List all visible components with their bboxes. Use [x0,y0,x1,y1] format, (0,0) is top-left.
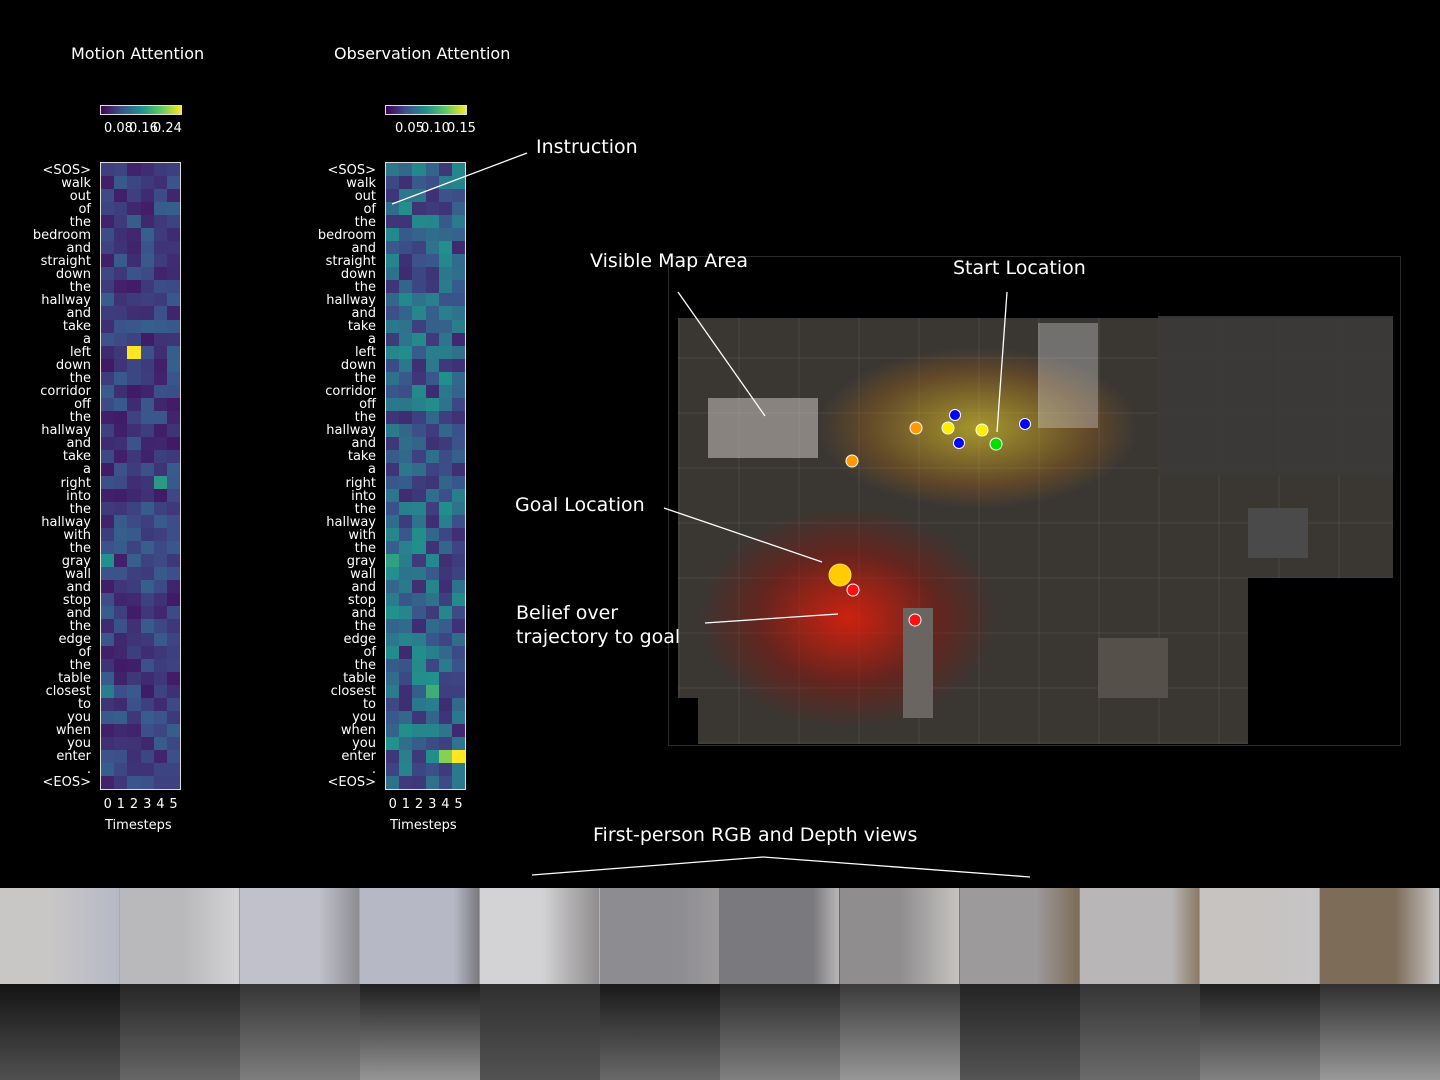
depth-frame [360,984,480,1080]
depth-frame [240,984,360,1080]
rgb-frame [720,888,840,984]
goal-marker [828,563,852,587]
waypoint-marker [975,423,989,437]
depth-frame [960,984,1080,1080]
depth-frame [1200,984,1320,1080]
rgb-frame [120,888,240,984]
waypoint-marker [949,409,961,421]
rgb-frame [240,888,360,984]
rgb-frame [360,888,480,984]
rgb-frame [0,888,120,984]
start-location-leader-line [996,291,1008,433]
rgb-frame [840,888,960,984]
belief-leader-line [704,613,839,624]
depth-frame [720,984,840,1080]
goal-location-leader-line [663,507,823,563]
waypoint-marker [941,421,955,435]
depth-frame [120,984,240,1080]
depth-frame [1320,984,1440,1080]
visible-map-area-label: Visible Map Area [590,250,748,272]
first-person-views-label: First-person RGB and Depth views [593,824,918,846]
first-person-leader-right [762,856,1031,878]
start-location-label: Start Location [953,257,1086,279]
rgb-frame [480,888,600,984]
depth-frame [1080,984,1200,1080]
visible-map-leader-line [677,291,766,417]
goal-location-label: Goal Location [515,494,645,516]
depth-view-strip [0,984,1440,1080]
depth-frame [480,984,600,1080]
depth-frame [0,984,120,1080]
belief-label-line2: trajectory to goal [516,626,681,648]
rgb-view-strip [0,888,1440,984]
rgb-frame [1320,888,1440,984]
waypoint-marker [909,421,923,435]
instruction-leader-line [391,152,528,205]
waypoint-marker [908,613,922,627]
rgb-frame [600,888,720,984]
rgb-frame [960,888,1080,984]
rgb-frame [1080,888,1200,984]
belief-label-line1: Belief over [516,602,619,624]
start-marker [989,437,1003,451]
depth-frame [600,984,720,1080]
waypoint-marker [953,437,965,449]
waypoint-marker [1019,418,1031,430]
waypoint-marker [845,454,859,468]
depth-frame [840,984,960,1080]
instruction-label: Instruction [536,136,638,158]
waypoint-marker [846,583,860,597]
rgb-frame [1200,888,1320,984]
first-person-leader-left [531,856,764,876]
